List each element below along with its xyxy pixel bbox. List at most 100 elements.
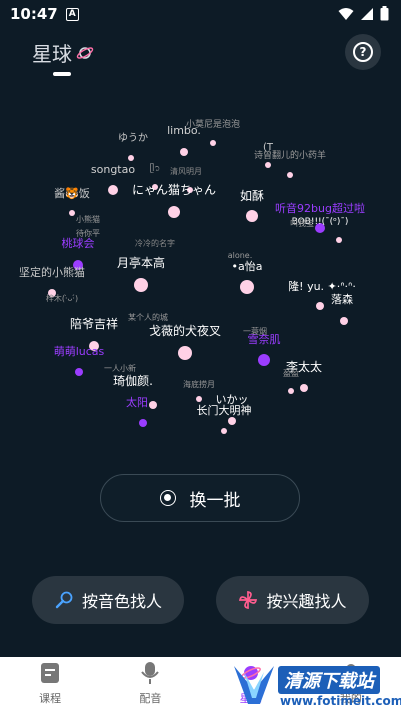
star-dot[interactable] [149,401,157,409]
star-user-name: 坚定的小熊猫 [19,265,85,279]
star-user[interactable]: 戈薇的犬夜叉 [149,323,221,360]
tab-planet[interactable]: 星球 [201,657,301,712]
star-dot[interactable] [340,317,348,325]
star-user-name: 某个人的城 [128,312,168,322]
star-user-name: 叫我宝 [290,218,314,228]
star-user[interactable]: alone. [228,251,253,260]
star-dot[interactable] [258,354,270,366]
pinwheel-icon [239,590,258,610]
tab-dubbing[interactable]: 配音 [100,657,200,712]
star-dot[interactable] [210,140,216,146]
star-user-name: alone. [228,251,253,260]
star-user[interactable]: •a怡a [232,259,263,294]
help-button[interactable]: ? [345,34,381,70]
star-user-name: 戈薇的犬夜叉 [149,323,221,338]
star-user-name: 诗曾翻儿的小药羊 [254,149,326,161]
star-user[interactable]: 冷冷的名字 [135,238,175,248]
star-user-name: songtao [91,163,135,176]
tab-course-label: 课程 [39,692,62,705]
book-icon [41,663,60,683]
star-dot[interactable] [134,278,148,292]
star-user[interactable]: 诗曾翻儿的小药羊 [254,149,326,178]
star-user[interactable]: 落森 [331,292,353,325]
planet-icon [240,666,261,680]
star-user-name: •a怡a [232,259,263,273]
star-user-name: ゆうか [118,132,148,144]
title-underline [53,72,71,76]
star-user[interactable]: 小熊猫 [76,214,100,224]
star-dot[interactable] [221,428,227,434]
star-dot[interactable] [196,396,202,402]
star-dot[interactable] [168,206,180,218]
star-user-name: 酱🐯饭 [54,186,90,200]
tab-course[interactable]: 课程 [0,657,100,712]
star-user[interactable]: 盈盈 [283,369,299,394]
star-user[interactable]: 坚定的小熊猫 [19,265,85,297]
microphone-icon [55,591,73,609]
refresh-button-label: 换一批 [189,490,241,511]
star-user[interactable]: 梓木(·̀ᴗ·́) [46,293,78,303]
notification-a-icon: A [65,7,79,21]
battery-icon [380,6,389,21]
star-dot[interactable] [108,185,118,195]
star-dot[interactable] [288,388,294,394]
star-dot[interactable] [228,417,236,425]
find-by-interest-label: 按兴趣找人 [266,592,347,611]
person-icon [341,664,360,683]
star-user[interactable]: 叫我宝 [290,218,314,228]
star-user-name: 月亭本高 [117,255,165,270]
star-user-name: ᥫ᭡ [150,162,160,174]
star-user-name: 长门大明神 [197,403,252,417]
page-title: 星球 [32,38,94,67]
star-user[interactable]: 太阳 [126,396,148,427]
refresh-button[interactable]: 换一批 [100,474,300,522]
star-user[interactable]: songtao [91,163,135,195]
find-by-voice-button[interactable]: 按音色找人 [32,576,184,624]
star-user[interactable]: にゃん猫ちゃん [132,183,216,218]
star-dot[interactable] [265,162,271,168]
star-user[interactable]: 雪奈肌 [248,332,281,366]
star-user[interactable]: 长门大明神 [197,403,252,434]
bottom-tab-bar: 课程 配音 星球 我的 [0,657,401,712]
star-user[interactable]: 海底捞月 [183,379,215,402]
star-user-name: 萌萌lucas [54,344,105,358]
tab-mine[interactable]: 我的 [301,657,401,712]
signal-icon [361,7,373,20]
status-bar: 10:47 A [0,0,401,28]
page-title-text: 星球 [32,42,72,66]
star-user-name: 盈盈 [283,369,299,378]
star-user[interactable]: 酱🐯饭 [54,186,90,216]
tab-dubbing-label: 配音 [139,692,162,705]
star-user[interactable]: 某个人的城 [128,312,168,322]
star-dot[interactable] [316,302,324,310]
star-dot[interactable] [300,384,308,392]
star-user-name: 小熊猫 [76,214,100,224]
star-dot[interactable] [128,155,134,161]
star-dot[interactable] [336,237,342,243]
star-dot[interactable] [178,346,192,360]
refresh-dot-icon [159,490,176,506]
star-user-name: 海底捞月 [183,379,215,389]
star-user-name: 一人小新 [104,363,136,373]
star-user-name: 听音92bug超过啦 [275,201,365,215]
star-user[interactable]: 如酥 [240,188,264,222]
star-user[interactable]: 桃球会 [62,236,95,270]
star-dot[interactable] [246,210,258,222]
star-dot[interactable] [240,280,254,294]
star-user-name: 琦伽颜. [113,373,153,388]
star-dot[interactable] [287,172,293,178]
star-dot[interactable] [180,148,188,156]
star-user[interactable]: ゆうか [118,132,148,161]
star-user[interactable]: 萌萌lucas [54,344,105,376]
star-dot[interactable] [69,210,75,216]
find-by-interest-button[interactable]: 按兴趣找人 [216,576,369,624]
status-icons [338,6,389,21]
star-dot[interactable] [139,419,147,427]
microphone-icon [141,662,160,684]
star-dot[interactable] [75,368,83,376]
status-time: 10:47 [10,5,58,23]
star-user[interactable]: 一人小新 [104,363,136,373]
star-user-name: 如酥 [240,188,264,203]
star-user-name: 桃球会 [62,236,95,250]
star-user[interactable]: 月亭本高 [117,255,165,292]
